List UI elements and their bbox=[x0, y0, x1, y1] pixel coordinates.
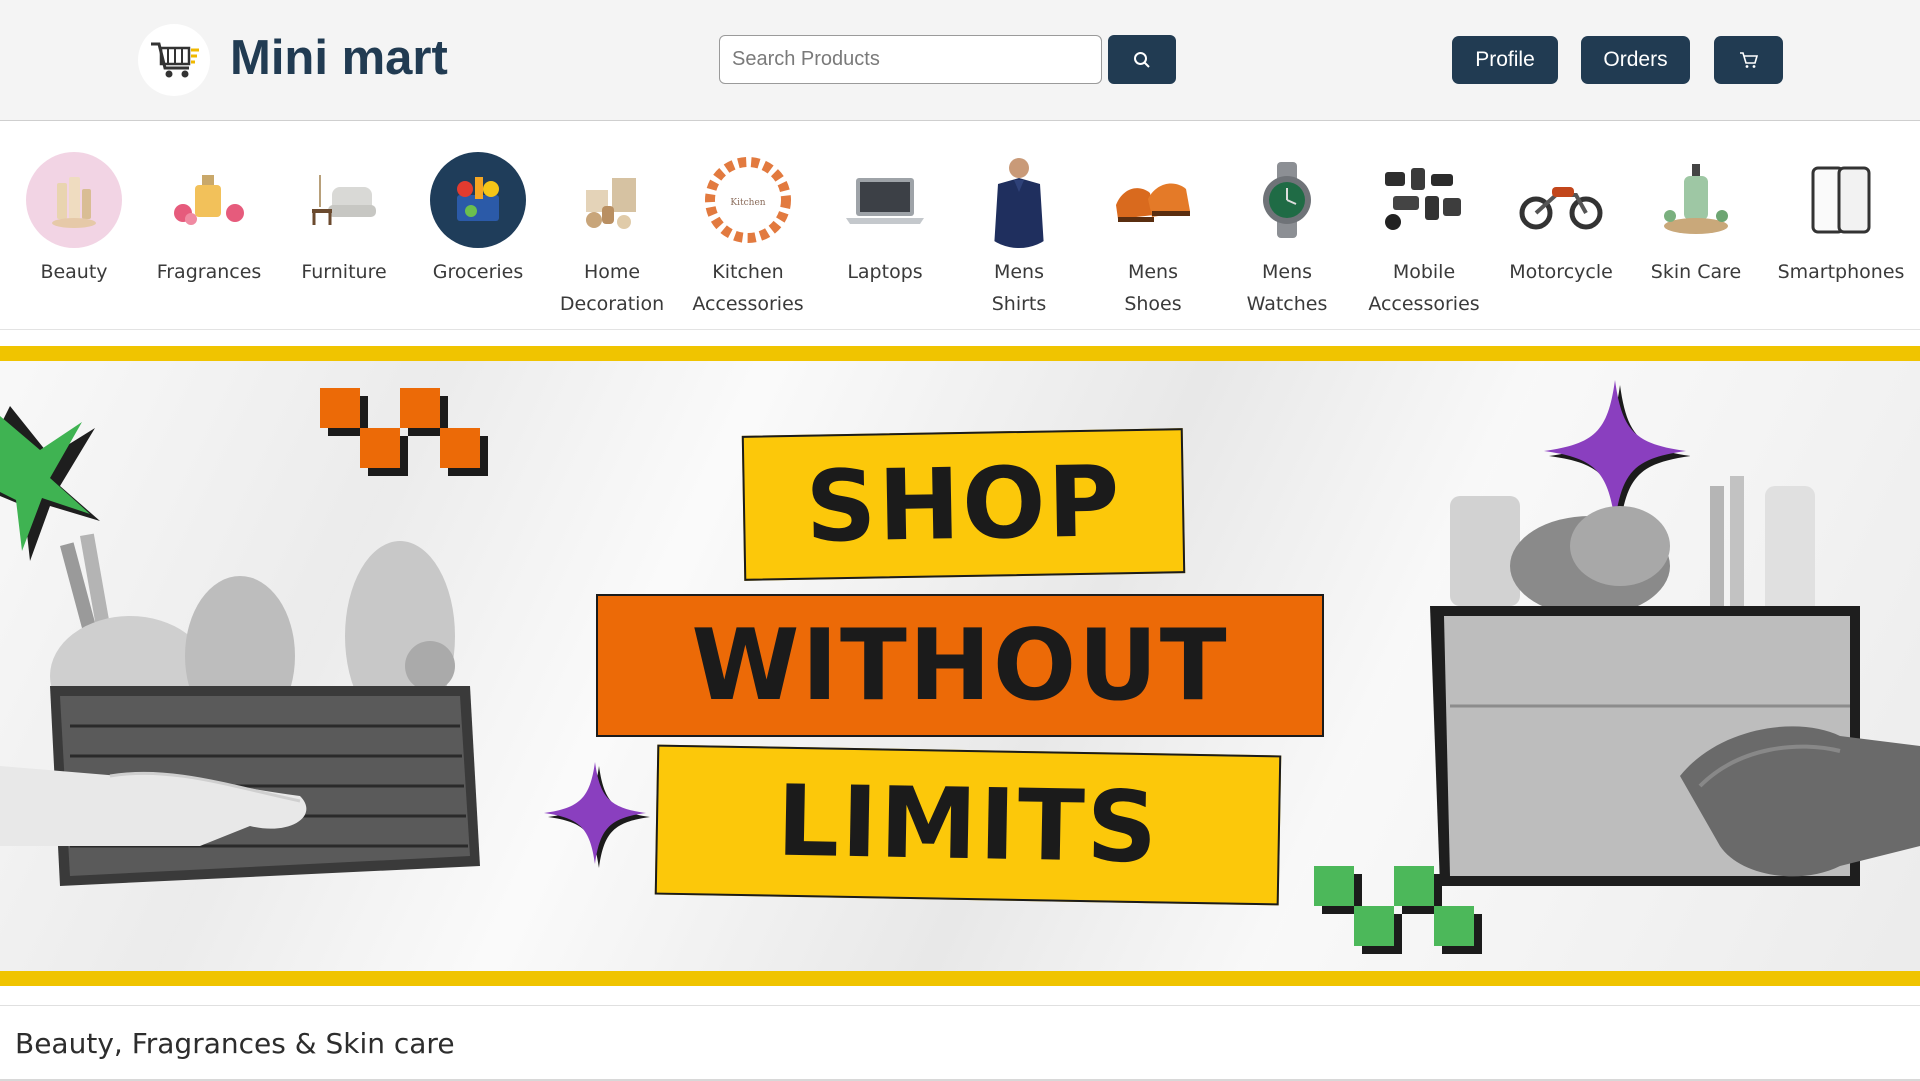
category-label: Fragrances bbox=[156, 261, 262, 283]
category-skin-care[interactable]: Skin Care bbox=[1626, 152, 1766, 288]
banner-headline-shop: SHOP bbox=[741, 428, 1186, 581]
brand-name[interactable]: Mini mart bbox=[230, 30, 448, 86]
category-label: Kitchen Accessories bbox=[692, 261, 804, 315]
category-label: Groceries bbox=[432, 261, 524, 283]
banner-headline-without: WITHOUT bbox=[596, 594, 1324, 737]
banner-headline-limits: LIMITS bbox=[654, 744, 1282, 906]
category-label: Mobile Accessories bbox=[1368, 261, 1480, 315]
kitchen-icon: Kitchen bbox=[700, 152, 796, 248]
search-icon bbox=[1134, 51, 1150, 68]
category-kitchen-accessories[interactable]: Kitchen Kitchen Accessories bbox=[678, 152, 818, 320]
category-mobile-accessories[interactable]: Mobile Accessories bbox=[1354, 152, 1494, 320]
mobile-accessories-icon bbox=[1376, 152, 1472, 248]
category-label: Laptops bbox=[847, 261, 923, 283]
fragrance-icon bbox=[161, 152, 257, 248]
category-laptops[interactable]: Laptops bbox=[815, 152, 955, 288]
watch-icon bbox=[1239, 152, 1335, 248]
laptop-icon bbox=[837, 152, 933, 248]
category-groceries[interactable]: Groceries bbox=[408, 152, 548, 288]
search-input[interactable] bbox=[719, 35, 1102, 84]
category-label: Mens Shoes bbox=[1124, 261, 1182, 315]
category-label: Home Decoration bbox=[559, 261, 665, 315]
search-button[interactable] bbox=[1108, 35, 1176, 84]
category-motorcycle[interactable]: Motorcycle bbox=[1491, 152, 1631, 288]
cart-logo-icon[interactable] bbox=[138, 24, 210, 96]
beauty-icon bbox=[26, 152, 122, 248]
category-label: Mens Shirts bbox=[991, 261, 1047, 315]
category-label: Skin Care bbox=[1650, 261, 1742, 283]
category-label: Mens Watches bbox=[1246, 261, 1328, 315]
category-mens-shirts[interactable]: Mens Shirts bbox=[949, 152, 1089, 320]
profile-button[interactable]: Profile bbox=[1452, 36, 1558, 84]
category-fragrances[interactable]: Fragrances bbox=[139, 152, 279, 288]
shoes-icon bbox=[1105, 152, 1201, 248]
smartphone-icon bbox=[1793, 152, 1889, 248]
cart-button[interactable] bbox=[1714, 36, 1783, 84]
category-label: Beauty bbox=[40, 261, 108, 283]
category-label: Smartphones bbox=[1777, 261, 1905, 283]
motorcycle-icon bbox=[1513, 152, 1609, 248]
skin-care-icon bbox=[1648, 152, 1744, 248]
shirt-icon bbox=[971, 152, 1067, 248]
hero-banner[interactable]: SHOP WITHOUT LIMITS bbox=[0, 346, 1920, 986]
category-beauty[interactable]: Beauty bbox=[4, 152, 144, 288]
category-home-decoration[interactable]: Home Decoration bbox=[542, 152, 682, 320]
purple-star-small-icon bbox=[544, 762, 650, 868]
groceries-icon bbox=[430, 152, 526, 248]
category-mens-watches[interactable]: Mens Watches bbox=[1217, 152, 1357, 320]
category-section-header: Beauty, Fragrances & Skin care bbox=[0, 1005, 1920, 1081]
home-decoration-icon bbox=[564, 152, 660, 248]
category-furniture[interactable]: Furniture bbox=[274, 152, 414, 288]
category-mens-shoes[interactable]: Mens Shoes bbox=[1083, 152, 1223, 320]
checker-orange-decoration bbox=[320, 388, 488, 476]
svg-text:Kitchen: Kitchen bbox=[730, 198, 765, 208]
category-label: Motorcycle bbox=[1509, 261, 1613, 283]
cart-icon bbox=[1739, 52, 1758, 68]
furniture-icon bbox=[296, 152, 392, 248]
top-header: Mini mart Profile Orders bbox=[0, 0, 1920, 121]
section-title: Beauty, Fragrances & Skin care bbox=[15, 1027, 455, 1060]
grocery-box-illustration bbox=[1430, 476, 1920, 886]
category-label: Furniture bbox=[301, 261, 387, 283]
orders-button[interactable]: Orders bbox=[1581, 36, 1690, 84]
category-bar: Beauty Fragrances Furniture Groceries Ho… bbox=[0, 122, 1920, 330]
category-smartphones[interactable]: Smartphones bbox=[1771, 152, 1911, 288]
